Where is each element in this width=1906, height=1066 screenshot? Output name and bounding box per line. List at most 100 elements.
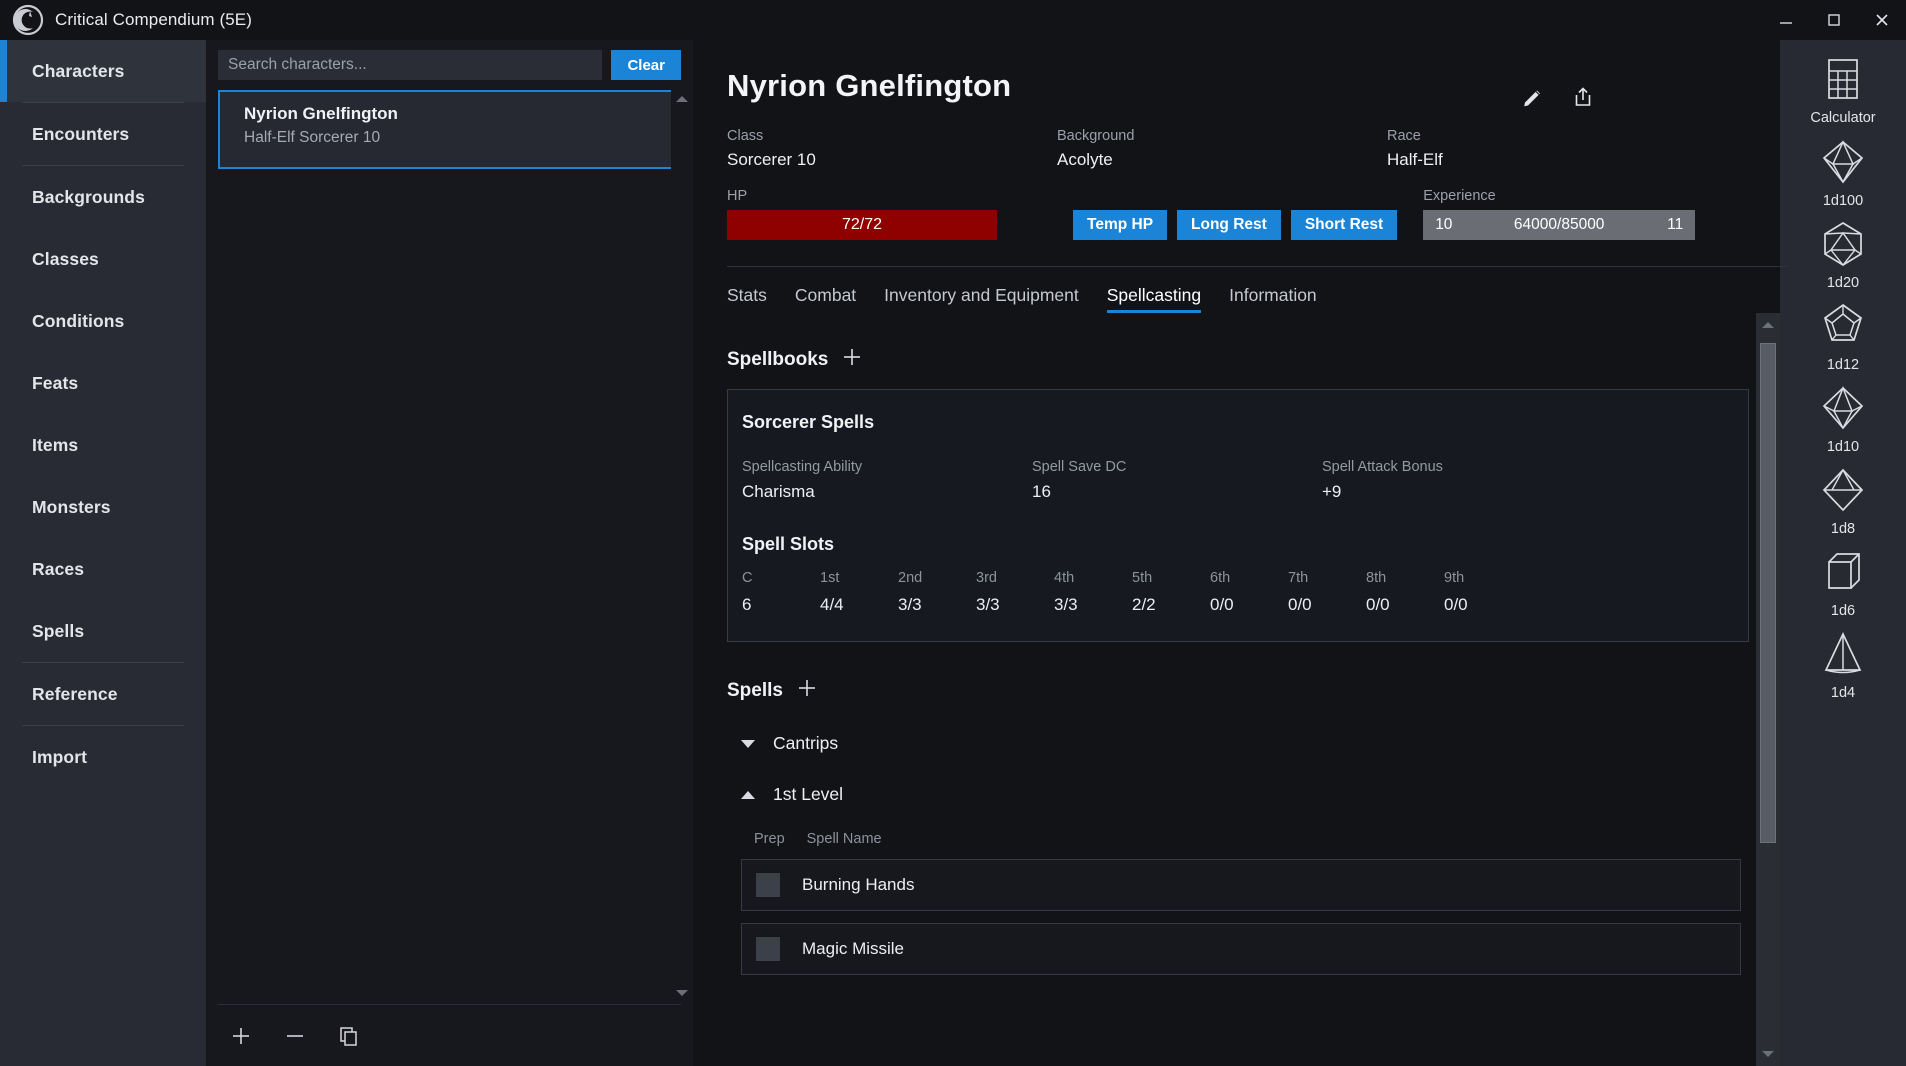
sidebar-item-label: Import — [32, 747, 87, 768]
column-header-spell-name: Spell Name — [807, 831, 882, 847]
sidebar-item-encounters[interactable]: Encounters — [0, 103, 206, 165]
scrollbar-track[interactable] — [671, 110, 693, 982]
prepared-checkbox[interactable] — [756, 937, 780, 961]
slot-column[interactable]: 6th 0/0 — [1210, 570, 1288, 615]
tab-spellcasting[interactable]: Spellcasting — [1107, 285, 1201, 313]
sidebar-item-classes[interactable]: Classes — [0, 228, 206, 290]
spell-group-1st-level[interactable]: 1st Level — [727, 784, 1780, 805]
add-spellbook-plus-icon[interactable] — [842, 347, 862, 372]
hp-bar[interactable]: 72/72 — [727, 210, 997, 240]
dice-roll-d100-button[interactable]: 1d100 — [1780, 132, 1906, 214]
sidebar-item-label: Encounters — [32, 124, 129, 145]
short-rest-button[interactable]: Short Rest — [1291, 210, 1397, 240]
sidebar-item-monsters[interactable]: Monsters — [0, 476, 206, 538]
stat-label: Spell Save DC — [1032, 459, 1322, 475]
slot-column[interactable]: 7th 0/0 — [1288, 570, 1366, 615]
stat-label: Spell Attack Bonus — [1322, 459, 1612, 475]
search-input[interactable] — [218, 50, 602, 80]
add-spell-plus-icon[interactable] — [797, 678, 817, 703]
sidebar-item-reference[interactable]: Reference — [0, 663, 206, 725]
spell-group-cantrips[interactable]: Cantrips — [727, 733, 1780, 754]
field-value: Half-Elf — [1387, 150, 1717, 170]
experience-section: Experience 10 64000/85000 11 — [1423, 188, 1695, 240]
long-rest-button[interactable]: Long Rest — [1177, 210, 1281, 240]
prepared-checkbox[interactable] — [756, 873, 780, 897]
scroll-up-arrow-icon[interactable] — [671, 88, 693, 110]
title-bar: Critical Compendium (5E) — [0, 0, 1906, 40]
hp-section: HP 72/72 — [727, 188, 1057, 240]
sidebar-item-feats[interactable]: Feats — [0, 352, 206, 414]
slot-column[interactable]: 3rd 3/3 — [976, 570, 1054, 615]
slot-column[interactable]: 1st 4/4 — [820, 570, 898, 615]
search-row: Clear — [206, 40, 693, 88]
tab-stats[interactable]: Stats — [727, 285, 767, 313]
dice-roll-d20-button[interactable]: 1d20 — [1780, 214, 1906, 296]
dice-roll-d8-button[interactable]: 1d8 — [1780, 460, 1906, 542]
close-icon[interactable] — [1858, 0, 1906, 40]
character-list-scroll: Nyrion Gnelfington Half-Elf Sorcerer 10 — [206, 88, 693, 1004]
pencil-icon[interactable] — [1522, 86, 1544, 113]
sidebar-item-characters[interactable]: Characters — [0, 40, 206, 102]
field-class: Class Sorcerer 10 — [727, 128, 1057, 170]
tab-information[interactable]: Information — [1229, 285, 1317, 313]
table-row[interactable]: Burning Hands — [741, 859, 1741, 911]
minimize-icon[interactable] — [1762, 0, 1810, 40]
content-scrollbar[interactable] — [1756, 313, 1780, 1066]
dice-roll-d4-button[interactable]: 1d4 — [1780, 624, 1906, 706]
maximize-icon[interactable] — [1810, 0, 1858, 40]
character-header: Nyrion Gnelfington Class Sorcerer 10 Bac… — [693, 40, 1780, 313]
dice-roll-d10-button[interactable]: 1d10 — [1780, 378, 1906, 460]
temp-hp-button[interactable]: Temp HP — [1073, 210, 1167, 240]
chevron-up-icon[interactable] — [741, 791, 755, 799]
d20-dice-icon — [1820, 220, 1866, 273]
dice-roll-d12-button[interactable]: 1d12 — [1780, 296, 1906, 378]
scrollbar-thumb[interactable] — [1760, 343, 1776, 843]
scroll-down-arrow-icon[interactable] — [671, 982, 693, 1004]
list-item[interactable]: Nyrion Gnelfington Half-Elf Sorcerer 10 — [218, 90, 681, 169]
plus-icon[interactable] — [228, 1023, 254, 1049]
minus-icon[interactable] — [282, 1023, 308, 1049]
sidebar-item-races[interactable]: Races — [0, 538, 206, 600]
sidebar-item-label: Items — [32, 435, 78, 456]
copy-icon[interactable] — [336, 1023, 362, 1049]
spells-title: Spells — [727, 680, 783, 702]
sidebar-item-backgrounds[interactable]: Backgrounds — [0, 166, 206, 228]
sidebar-item-conditions[interactable]: Conditions — [0, 290, 206, 352]
spell-table-header: Prep Spell Name — [727, 831, 1780, 847]
slot-column[interactable]: C 6 — [742, 570, 820, 615]
page-title: Nyrion Gnelfington — [727, 68, 1780, 104]
share-icon[interactable] — [1572, 86, 1594, 113]
experience-value: 64000/85000 — [1423, 216, 1695, 234]
sidebar-item-label: Spells — [32, 621, 84, 642]
sidebar-item-items[interactable]: Items — [0, 414, 206, 476]
spellbooks-title: Spellbooks — [727, 349, 828, 371]
slot-column[interactable]: 8th 0/0 — [1366, 570, 1444, 615]
body-row: Characters Encounters Backgrounds Classe… — [0, 40, 1906, 1066]
d10-dice-icon — [1820, 384, 1866, 437]
dice-roll-d6-button[interactable]: 1d6 — [1780, 542, 1906, 624]
slot-column[interactable]: 5th 2/2 — [1132, 570, 1210, 615]
scrollbar-track[interactable] — [1756, 337, 1780, 1042]
tab-bar: Stats Combat Inventory and Equipment Spe… — [727, 285, 1780, 313]
sidebar-item-import[interactable]: Import — [0, 726, 206, 788]
field-value: Sorcerer 10 — [727, 150, 1057, 170]
sidebar-item-spells[interactable]: Spells — [0, 600, 206, 662]
experience-label: Experience — [1423, 188, 1695, 204]
slot-column[interactable]: 4th 3/3 — [1054, 570, 1132, 615]
slot-count: 3/3 — [898, 595, 976, 615]
table-row[interactable]: Magic Missile — [741, 923, 1741, 975]
slot-count: 2/2 — [1132, 595, 1210, 615]
tab-inventory-and-equipment[interactable]: Inventory and Equipment — [884, 285, 1079, 313]
tab-combat[interactable]: Combat — [795, 285, 856, 313]
slot-column[interactable]: 9th 0/0 — [1444, 570, 1522, 615]
scroll-up-arrow-icon[interactable] — [1756, 313, 1780, 337]
scroll-down-arrow-icon[interactable] — [1756, 1042, 1780, 1066]
calculator-button[interactable]: Calculator — [1780, 50, 1906, 132]
spellbook-stats: Spellcasting Ability Charisma Spell Save… — [742, 459, 1748, 502]
chevron-down-icon[interactable] — [741, 740, 755, 748]
slot-column[interactable]: 2nd 3/3 — [898, 570, 976, 615]
list-scrollbar[interactable] — [671, 88, 693, 1004]
clear-button[interactable]: Clear — [611, 50, 681, 80]
experience-bar[interactable]: 10 64000/85000 11 — [1423, 210, 1695, 240]
spellcasting-ability: Spellcasting Ability Charisma — [742, 459, 1032, 502]
